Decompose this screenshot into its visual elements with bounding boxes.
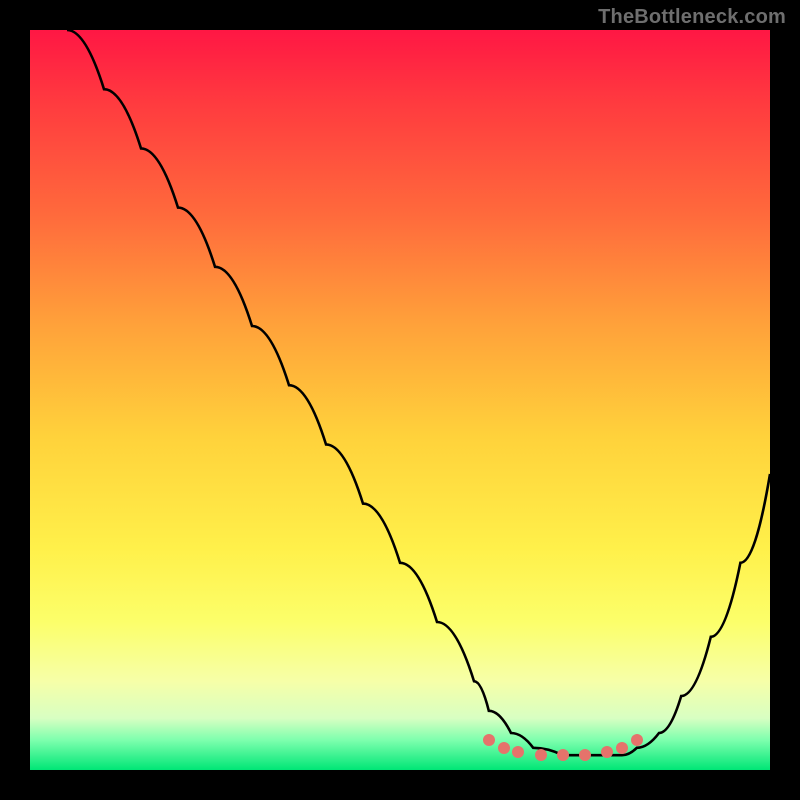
optimal-dot [512,746,524,758]
watermark-text: TheBottleneck.com [598,6,786,29]
optimal-dot [601,746,613,758]
optimal-dot [483,734,495,746]
optimal-dot [616,742,628,754]
chart-frame: TheBottleneck.com [0,0,800,800]
optimal-dot [631,734,643,746]
optimal-dot [535,749,547,761]
optimal-dot [498,742,510,754]
optimal-range-dots [30,30,770,770]
optimal-dot [557,749,569,761]
plot-area [30,30,770,770]
optimal-dot [579,749,591,761]
